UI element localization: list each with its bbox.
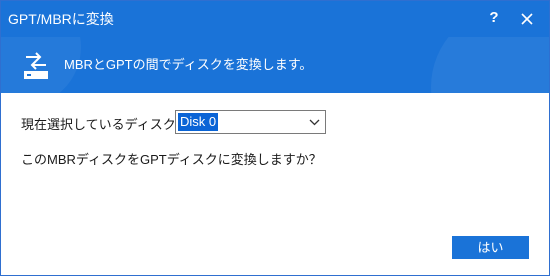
disk-label: 現在選択しているディスク： [21, 117, 189, 132]
title-bar: GPT/MBRに変換 ? [1, 1, 549, 37]
header-band: MBRとGPTの間でディスクを変換します。 [1, 37, 549, 93]
header-decoration [431, 37, 549, 93]
convert-arrows-drive-icon [24, 52, 48, 79]
window-title: GPT/MBRに変換 [8, 11, 114, 27]
yes-button[interactable]: はい [452, 236, 529, 259]
disk-select[interactable]: Disk 0 [175, 110, 326, 134]
header-description: MBRとGPTの間でディスクを変換します。 [64, 57, 313, 72]
convert-dialog: GPT/MBRに変換 ? MBRとGPTの間でディスクを変換します。 現在選択し… [0, 0, 550, 276]
close-icon [521, 13, 533, 25]
chevron-down-icon [309, 119, 320, 126]
close-button[interactable] [516, 8, 538, 30]
help-button[interactable]: ? [484, 8, 504, 28]
confirm-question: このMBRディスクをGPTディスクに変換しますか？ [21, 152, 322, 167]
disk-select-value: Disk 0 [178, 113, 219, 131]
